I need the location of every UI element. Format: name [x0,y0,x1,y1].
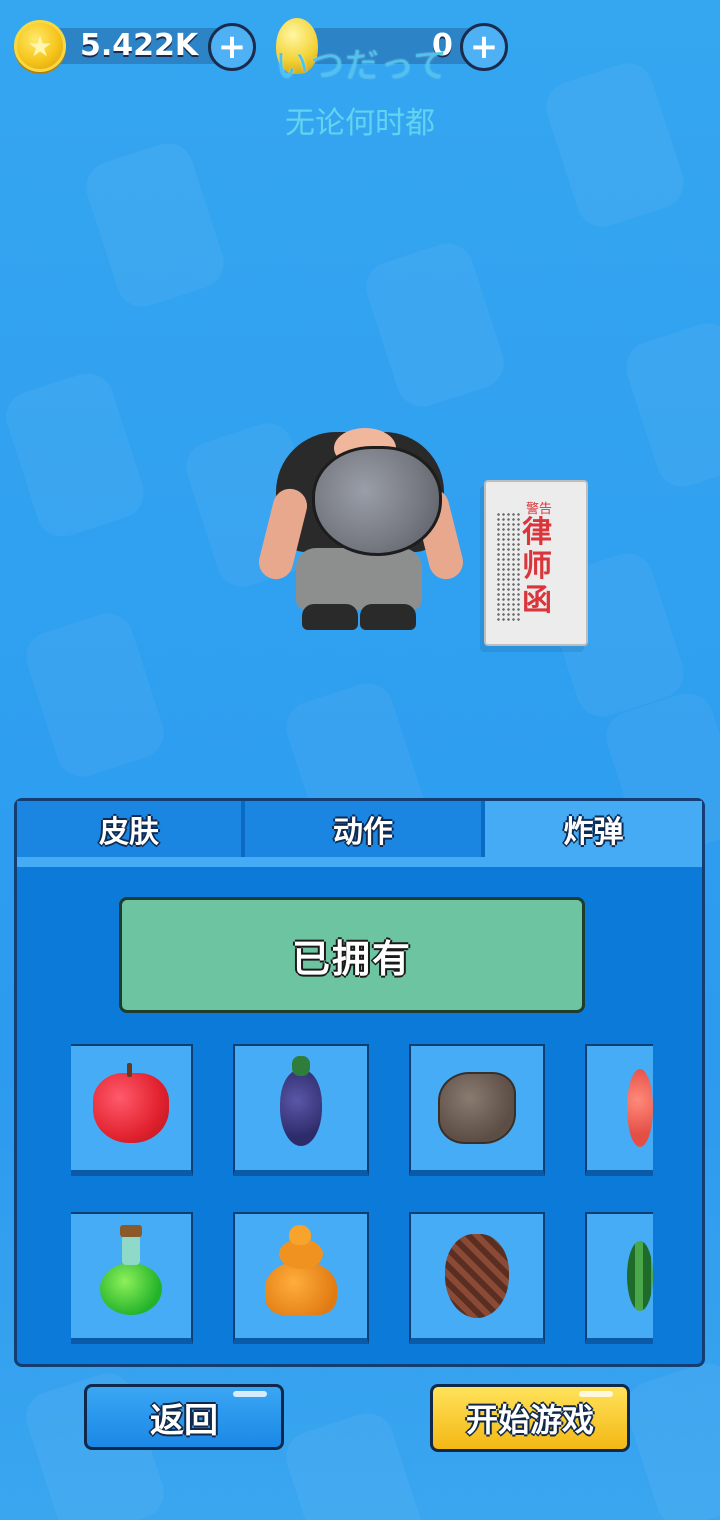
item-peach[interactable] [585,1044,653,1176]
eggplant-icon [280,1056,322,1146]
item-pinecone[interactable] [409,1212,545,1344]
back-button[interactable]: 返回 [84,1384,284,1450]
add-gems-button[interactable]: + [460,23,508,71]
plus-icon: + [469,27,499,67]
tab-actions[interactable]: 动作 [245,801,485,857]
tab-bombs[interactable]: 炸弹 [485,801,702,857]
item-rock[interactable] [409,1044,545,1176]
watermelon-icon [627,1241,653,1311]
item-grid [71,1044,653,1344]
item-potion[interactable] [71,1212,193,1344]
plus-icon: + [217,27,247,67]
peach-icon [627,1069,653,1147]
apple-icon [93,1063,169,1143]
subtitle-japanese: いつだって [275,46,449,86]
start-game-button[interactable]: 开始游戏 [430,1384,630,1452]
item-apple[interactable] [71,1044,193,1176]
shop-panel: 皮肤 动作 炸弹 已拥有 [14,798,705,1367]
tab-skins[interactable]: 皮肤 [17,801,245,857]
rock-icon [438,1072,516,1144]
coin-count: 5.422K [80,28,199,63]
tab-strip [17,857,702,867]
start-game-label: 开始游戏 [465,1401,594,1439]
item-poop[interactable] [233,1212,369,1344]
letter-title: 律师函 [522,515,552,618]
subtitle-chinese: 无论何时都 [285,106,435,141]
back-button-label: 返回 [150,1400,218,1441]
poop-icon [265,1225,337,1315]
potion-icon [100,1225,162,1315]
item-eggplant[interactable] [233,1044,369,1176]
lawyer-letter: 警告 律师函 [484,480,588,646]
owned-status-button[interactable]: 已拥有 [119,897,585,1013]
add-coins-button[interactable]: + [208,23,256,71]
item-watermelon[interactable] [585,1212,653,1344]
tab-bar: 皮肤 动作 炸弹 [17,801,702,859]
character-preview [255,428,467,636]
pinecone-icon [445,1234,509,1318]
star-coin-icon [14,20,66,72]
